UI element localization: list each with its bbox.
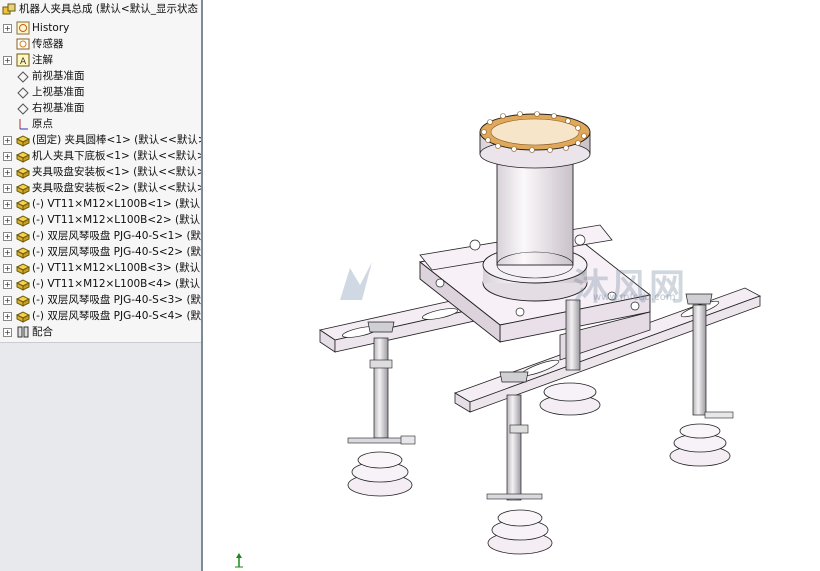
tree-item[interactable]: + (-) 双层风琴吸盘 PJG-40-S<2> (默: [0, 244, 201, 260]
tree-item[interactable]: + (固定) 夹具圆棒<1> (默认<<默认>: [0, 132, 201, 148]
tree-item[interactable]: + 夹具吸盘安装板<2> (默认<<默认>: [0, 180, 201, 196]
tree-item[interactable]: 右视基准面: [0, 100, 201, 116]
expand-toggle-icon[interactable]: +: [3, 184, 12, 193]
part-icon: [16, 295, 30, 307]
expand-toggle-icon[interactable]: +: [3, 296, 12, 305]
sensor-icon: [16, 38, 30, 50]
expand-toggle-icon[interactable]: +: [3, 136, 12, 145]
tree-item-label: (-) 双层风琴吸盘 PJG-40-S<1> (默: [32, 230, 201, 242]
tree-item-label: (-) VT11×M12×L100B<1> (默认<: [32, 198, 201, 210]
tree-item[interactable]: + History: [0, 20, 201, 36]
plane-icon: [17, 87, 29, 99]
tree-item[interactable]: 前视基准面: [0, 68, 201, 84]
tree-item-label: (-) VT11×M12×L100B<3> (默认<: [32, 262, 201, 274]
tree-item-label: 注解: [32, 54, 53, 66]
plane-icon: [17, 103, 29, 115]
part-icon: [16, 279, 30, 291]
expand-toggle-icon[interactable]: +: [3, 312, 12, 321]
watermark-url: www.mfcad.com: [593, 292, 676, 303]
part-icon: [16, 231, 30, 243]
expand-toggle-icon[interactable]: +: [3, 168, 12, 177]
svg-text:A: A: [20, 57, 27, 67]
expand-toggle-icon[interactable]: +: [3, 56, 12, 65]
suction-cup-1[interactable]: [347, 451, 413, 497]
assembly-3d-model[interactable]: [203, 0, 820, 571]
suction-cup-3[interactable]: [669, 423, 731, 467]
tree-item-label: 右视基准面: [32, 102, 85, 114]
tree-item-label: 传感器: [32, 38, 64, 50]
tree-item[interactable]: + (-) VT11×M12×L100B<1> (默认<: [0, 196, 201, 212]
assembly-icon: [2, 3, 16, 15]
tree-item[interactable]: + (-) VT11×M12×L100B<4> (默认<: [0, 276, 201, 292]
tree-item-label: 夹具吸盘安装板<1> (默认<<默认>: [32, 166, 201, 178]
tree-item-label: (-) 双层风琴吸盘 PJG-40-S<4> (默: [32, 310, 201, 322]
tree-item-label: 机人夹具下底板<1> (默认<<默认>: [32, 150, 201, 162]
part-icon: [16, 199, 30, 211]
plane-icon: [17, 71, 29, 83]
expand-toggle-icon[interactable]: +: [3, 152, 12, 161]
suction-cup-4[interactable]: [487, 509, 553, 555]
tree-item-label: 原点: [32, 118, 53, 130]
tree-root-assembly[interactable]: 机器人夹具总成 (默认<默认_显示状态: [0, 1, 201, 17]
part-icon: [16, 247, 30, 259]
tree-item-label: 上视基准面: [32, 86, 85, 98]
tree-item[interactable]: + (-) 双层风琴吸盘 PJG-40-S<3> (默: [0, 292, 201, 308]
tree-item-label: 夹具吸盘安装板<2> (默认<<默认>: [32, 182, 201, 194]
tree-item[interactable]: + (-) VT11×M12×L100B<3> (默认<: [0, 260, 201, 276]
part-icon: [16, 311, 30, 323]
tree-item[interactable]: + A 注解: [0, 52, 201, 68]
tree-item[interactable]: + 机人夹具下底板<1> (默认<<默认>: [0, 148, 201, 164]
tree-item[interactable]: 上视基准面: [0, 84, 201, 100]
vacuum-rod-2[interactable]: [565, 299, 581, 371]
part-icon: [16, 135, 30, 147]
tree-item-label: History: [32, 22, 70, 34]
tree-item[interactable]: + 配合: [0, 324, 201, 340]
tree-item[interactable]: + (-) 双层风琴吸盘 PJG-40-S<4> (默: [0, 308, 201, 324]
suction-cup-2[interactable]: [539, 382, 601, 416]
expand-toggle-icon[interactable]: +: [3, 248, 12, 257]
part-icon: [16, 263, 30, 275]
expand-toggle-icon[interactable]: +: [3, 216, 12, 225]
origin-icon: [19, 119, 28, 130]
expand-toggle-icon[interactable]: +: [3, 232, 12, 241]
tree-item[interactable]: + 夹具吸盘安装板<1> (默认<<默认>: [0, 164, 201, 180]
tree-item-label: (-) 双层风琴吸盘 PJG-40-S<2> (默: [32, 246, 201, 258]
part-icon: [16, 183, 30, 195]
tree-item-label: 配合: [32, 326, 53, 338]
feature-tree-list: 机器人夹具总成 (默认<默认_显示状态 + History 传感器 + A 注解前视基准面…: [0, 0, 201, 343]
expand-toggle-icon[interactable]: +: [3, 328, 12, 337]
tree-root-label: 机器人夹具总成 (默认<默认_显示状态: [19, 3, 198, 15]
expand-toggle-icon[interactable]: +: [3, 200, 12, 209]
expand-toggle-icon[interactable]: +: [3, 264, 12, 273]
tree-item-label: (-) VT11×M12×L100B<2> (默认<: [32, 214, 201, 226]
expand-toggle-icon[interactable]: +: [3, 280, 12, 289]
watermark-logo-icon: [340, 262, 372, 300]
tree-item-label: 前视基准面: [32, 70, 85, 82]
tree-item[interactable]: 传感器: [0, 36, 201, 52]
tree-item[interactable]: + (-) 双层风琴吸盘 PJG-40-S<1> (默: [0, 228, 201, 244]
tree-item-label: (-) 双层风琴吸盘 PJG-40-S<3> (默: [32, 294, 201, 306]
part-icon: [16, 151, 30, 163]
part-icon: [16, 167, 30, 179]
triad-axis-icon: [235, 553, 243, 568]
tree-item-label: (-) VT11×M12×L100B<4> (默认<: [32, 278, 201, 290]
feature-manager-tree: 机器人夹具总成 (默认<默认_显示状态 + History 传感器 + A 注解前视基准面…: [0, 0, 203, 571]
annotation-icon: A: [16, 53, 30, 67]
mates-icon: [17, 326, 29, 338]
graphics-viewport[interactable]: 沐风网 www.mfcad.com: [203, 0, 820, 571]
tree-item-label: (固定) 夹具圆棒<1> (默认<<默认>: [32, 134, 201, 146]
expand-toggle-icon[interactable]: +: [3, 24, 12, 33]
tree-item[interactable]: 原点: [0, 116, 201, 132]
part-icon: [16, 215, 30, 227]
tree-item[interactable]: + (-) VT11×M12×L100B<2> (默认<: [0, 212, 201, 228]
history-icon: [16, 21, 30, 35]
